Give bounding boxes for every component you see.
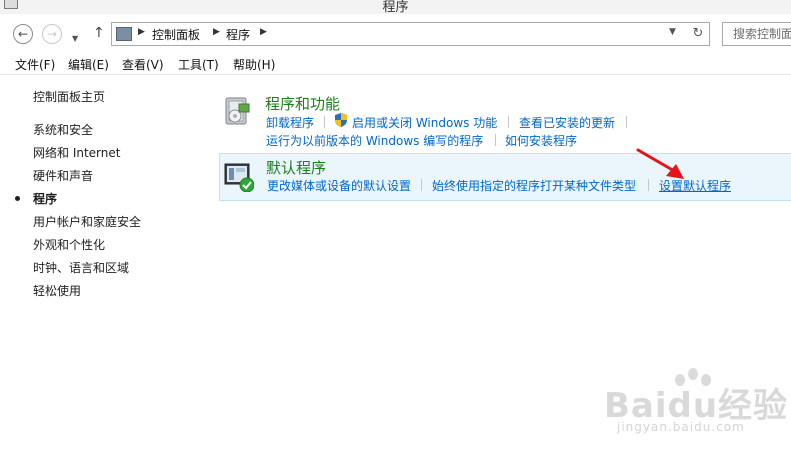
breadcrumb-chevron-icon: ▶ <box>138 27 145 37</box>
forward-button[interactable]: → <box>42 24 62 44</box>
link-separator <box>508 116 509 128</box>
menu-help[interactable]: 帮助(H) <box>233 56 275 73</box>
link-separator <box>421 179 422 191</box>
watermark-url: jingyan.baidu.com <box>617 420 745 434</box>
link-how-to-install[interactable]: 如何安装程序 <box>505 132 577 149</box>
sidebar-home-link[interactable]: 控制面板主页 <box>33 88 105 105</box>
up-arrow-icon: ↑ <box>93 25 105 41</box>
refresh-button[interactable]: ↻ <box>687 22 710 46</box>
link-separator <box>626 116 627 128</box>
programs-features-section: 程序和功能 卸载程序 启用或关闭 Windows 功能 查看已安装的更新 运行为… <box>219 90 791 148</box>
window-title: 程序 <box>382 0 409 15</box>
link-windows-features[interactable]: 启用或关闭 Windows 功能 <box>352 114 497 131</box>
sidebar-item-hardware-sound[interactable]: 硬件和声音 <box>33 167 93 184</box>
menu-tools[interactable]: 工具(T) <box>178 56 219 73</box>
link-installed-updates[interactable]: 查看已安装的更新 <box>519 114 615 131</box>
title-bar: 程序 <box>0 0 791 15</box>
navigation-bar: ← → ▼ ↑ ▶ 控制面板 ▶ 程序 ▶ ▼ ↻ <box>0 14 791 52</box>
sidebar-item-network[interactable]: 网络和 Internet <box>33 144 120 161</box>
refresh-icon: ↻ <box>692 26 704 41</box>
recent-locations-dropdown-icon[interactable]: ▼ <box>72 34 78 43</box>
menu-file[interactable]: 文件(F) <box>15 56 55 73</box>
current-page-bullet-icon <box>15 196 20 201</box>
menu-edit[interactable]: 编辑(E) <box>68 56 109 73</box>
breadcrumb-chevron-icon[interactable]: ▶ <box>260 27 267 37</box>
sidebar-item-ease-of-access[interactable]: 轻松使用 <box>33 282 81 299</box>
section-title-default-programs[interactable]: 默认程序 <box>266 157 326 178</box>
programs-features-icon <box>225 97 250 125</box>
back-arrow-icon: ← <box>17 27 29 41</box>
sidebar-item-appearance[interactable]: 外观和个性化 <box>33 236 105 253</box>
control-panel-icon <box>116 27 132 41</box>
link-media-device-defaults[interactable]: 更改媒体或设备的默认设置 <box>267 177 411 194</box>
section-title-programs-features[interactable]: 程序和功能 <box>265 93 340 114</box>
address-dropdown-icon[interactable]: ▼ <box>669 27 676 37</box>
back-button[interactable]: ← <box>13 24 33 44</box>
forward-arrow-icon: → <box>46 27 58 41</box>
menu-bar: 文件(F) 编辑(E) 查看(V) 工具(T) 帮助(H) <box>0 52 791 75</box>
breadcrumb-chevron-icon[interactable]: ▶ <box>213 27 220 37</box>
link-compatibility[interactable]: 运行为以前版本的 Windows 编写的程序 <box>266 132 483 149</box>
menu-view[interactable]: 查看(V) <box>122 56 164 73</box>
link-separator <box>495 134 496 146</box>
sidebar-item-user-accounts[interactable]: 用户帐户和家庭安全 <box>33 213 141 230</box>
sidebar-item-clock-region[interactable]: 时钟、语言和区域 <box>33 259 129 276</box>
breadcrumb-control-panel[interactable]: 控制面板 <box>152 26 200 43</box>
sidebar-item-programs[interactable]: 程序 <box>33 190 57 207</box>
search-box[interactable] <box>722 22 791 46</box>
red-arrow-annotation-icon <box>636 148 684 179</box>
up-button[interactable]: ↑ <box>93 25 105 41</box>
default-programs-section: 默认程序 更改媒体或设备的默认设置 始终使用指定的程序打开某种文件类型 设置默认… <box>219 153 791 201</box>
address-bar[interactable]: ▶ 控制面板 ▶ 程序 ▶ ▼ <box>111 22 688 46</box>
search-input[interactable] <box>731 26 791 42</box>
uac-shield-icon <box>335 113 347 127</box>
link-uninstall-program[interactable]: 卸载程序 <box>266 114 314 131</box>
default-programs-icon <box>224 163 254 192</box>
sidebar-item-system-security[interactable]: 系统和安全 <box>33 121 93 138</box>
link-separator <box>324 116 325 128</box>
breadcrumb-programs[interactable]: 程序 <box>226 26 250 43</box>
link-file-type-associations[interactable]: 始终使用指定的程序打开某种文件类型 <box>432 177 636 194</box>
